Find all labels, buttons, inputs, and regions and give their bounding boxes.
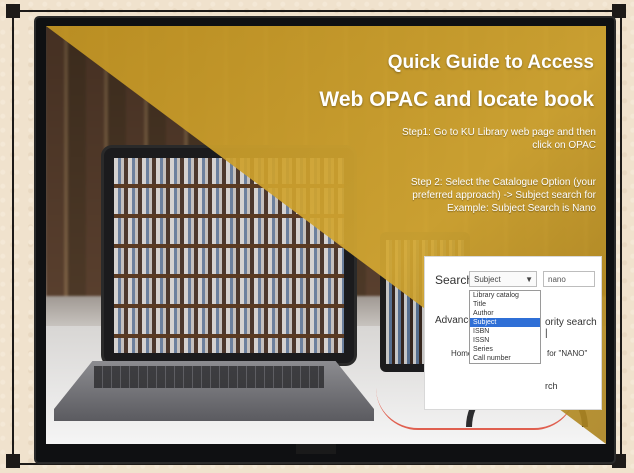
frame-corner — [6, 4, 20, 18]
frame-corner — [612, 454, 626, 468]
catalogue-option-dropdown[interactable]: Library catalog Title Author Subject ISB… — [469, 290, 541, 364]
search-button[interactable]: rch — [545, 381, 558, 391]
laptop-keyboard — [94, 366, 324, 388]
frame-corner — [6, 454, 20, 468]
search-input[interactable]: nano — [543, 271, 595, 287]
slide-screen: Quick Guide to Access Web OPAC and locat… — [46, 26, 606, 444]
dropdown-option[interactable]: Call number — [470, 354, 540, 363]
dropdown-option[interactable]: Library catalog — [470, 291, 540, 300]
search-label: Search — [435, 273, 474, 287]
opac-search-panel: Search Subject ▼ nano Library catalog Ti… — [424, 256, 602, 410]
step2-text: Step 2: Select the Catalogue Option (you… — [410, 177, 596, 214]
slide-title-line1: Quick Guide to Access — [387, 52, 594, 73]
dropdown-option-selected[interactable]: Subject — [470, 318, 540, 327]
catalogue-option-select[interactable]: Subject ▼ — [469, 271, 537, 287]
dropdown-option[interactable]: ISSN — [470, 336, 540, 345]
step1-text: Step1: Go to KU Library web page and the… — [401, 127, 596, 151]
chevron-down-icon: ▼ — [525, 275, 533, 284]
selected-option: Subject — [474, 275, 501, 284]
slide-title-line2: Web OPAC and locate book — [319, 88, 594, 111]
dropdown-option[interactable]: Series — [470, 345, 540, 354]
frame-corner — [612, 4, 626, 18]
results-text: for "NANO" — [547, 349, 588, 358]
dropdown-option[interactable]: Title — [470, 300, 540, 309]
dropdown-option[interactable]: Author — [470, 309, 540, 318]
dropdown-option[interactable]: ISBN — [470, 327, 540, 336]
authority-search-link[interactable]: ority search | — [545, 317, 601, 339]
